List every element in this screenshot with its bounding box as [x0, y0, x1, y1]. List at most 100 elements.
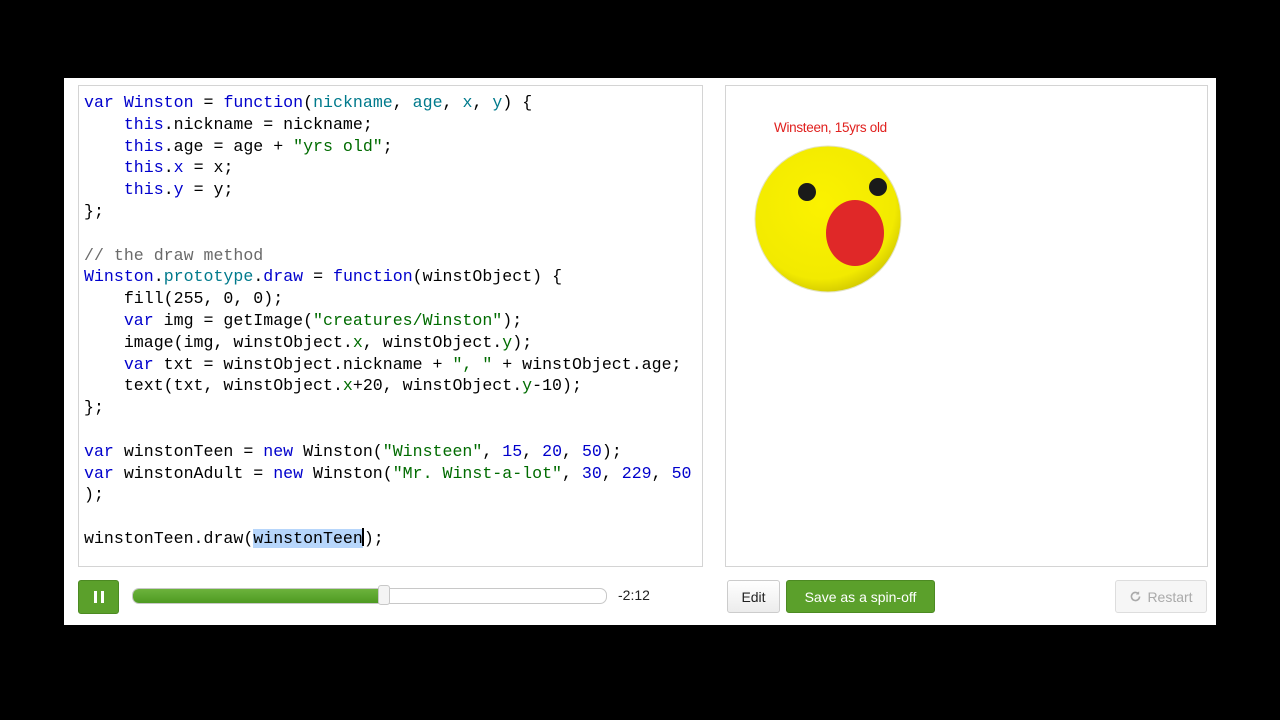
code-token: Winston: [84, 267, 154, 287]
code-token: .: [163, 158, 174, 178]
code-token: y: [173, 180, 184, 200]
selected-text: winstonTeen: [253, 528, 363, 548]
code-token: txt = winstObject.nickname +: [153, 354, 453, 374]
code-token: var: [84, 441, 114, 461]
code-token: );: [363, 528, 384, 548]
code-token: 15: [502, 441, 523, 461]
code-token: = y;: [183, 180, 234, 200]
code-line[interactable]: this.y = y;: [84, 179, 691, 201]
code-content[interactable]: var Winston = function(nickname, age, x,…: [84, 92, 691, 550]
code-line[interactable]: image(img, winstObject.x, winstObject.y)…: [84, 332, 691, 354]
code-token: x: [173, 158, 184, 178]
winston-character-image: [754, 145, 902, 293]
code-token: ", ": [452, 354, 493, 374]
code-line[interactable]: this.x = x;: [84, 157, 691, 179]
code-token: .: [153, 267, 164, 287]
code-line[interactable]: var txt = winstObject.nickname + ", " + …: [84, 354, 691, 376]
code-token: ,: [442, 93, 463, 112]
restart-button[interactable]: Restart: [1115, 580, 1207, 613]
code-token: var: [123, 354, 154, 374]
code-token: ,: [651, 463, 672, 483]
code-token: =: [303, 267, 333, 287]
code-line[interactable]: Winston.prototype.draw = function(winstO…: [84, 266, 691, 288]
code-line[interactable]: [84, 223, 691, 245]
code-line[interactable]: [84, 419, 691, 441]
code-line[interactable]: text(txt, winstObject.x+20, winstObject.…: [84, 375, 691, 397]
code-token: );: [84, 485, 104, 505]
progress-fill: [133, 589, 384, 603]
code-token: new: [273, 463, 304, 483]
code-line[interactable]: );: [84, 484, 691, 506]
code-token: ,: [522, 441, 543, 461]
code-line[interactable]: // the draw method: [84, 245, 691, 267]
code-line[interactable]: var Winston = function(nickname, age, x,…: [84, 92, 691, 114]
code-token: 50: [671, 463, 692, 483]
code-token: this: [123, 136, 164, 156]
code-token: Winston: [123, 93, 194, 112]
code-line[interactable]: this.age = age + "yrs old";: [84, 136, 691, 158]
winston-mouth: [826, 200, 884, 266]
code-token: 20: [542, 441, 563, 461]
code-token: };: [84, 201, 104, 221]
code-token: prototype: [163, 267, 254, 287]
code-token: y: [502, 332, 513, 352]
code-line[interactable]: };: [84, 397, 691, 419]
progress-handle[interactable]: [377, 585, 390, 605]
code-token: + winstObject.age;: [492, 354, 682, 374]
edit-button[interactable]: Edit: [727, 580, 780, 613]
restart-label: Restart: [1147, 588, 1193, 605]
code-token: Winston(: [293, 441, 383, 461]
code-line[interactable]: var winstonTeen = new Winston("Winsteen"…: [84, 441, 691, 463]
code-token: "yrs old": [293, 136, 383, 156]
code-token: -10);: [532, 376, 582, 396]
code-token: ,: [562, 441, 582, 461]
code-token: );: [601, 441, 622, 461]
winston-left-eye: [798, 183, 816, 201]
progress-bar[interactable]: [132, 588, 607, 604]
code-token: x: [462, 93, 473, 112]
save-spinoff-button[interactable]: Save as a spin-off: [786, 580, 935, 613]
code-token: text(txt, winstObject.: [84, 376, 343, 396]
code-token: ,: [392, 93, 413, 112]
code-token: );: [512, 332, 533, 352]
pause-button[interactable]: [78, 580, 119, 614]
code-line[interactable]: };: [84, 201, 691, 223]
code-token: .age = age +: [163, 136, 294, 156]
code-token: var: [84, 463, 114, 483]
code-line[interactable]: this.nickname = nickname;: [84, 114, 691, 136]
code-token: this: [123, 180, 164, 200]
time-remaining: -2:12: [618, 587, 650, 603]
code-token: winstonAdult =: [113, 463, 274, 483]
code-line[interactable]: var winstonAdult = new Winston("Mr. Wins…: [84, 463, 691, 485]
code-token: winstonTeen.draw(: [84, 528, 254, 548]
code-token: .: [163, 180, 174, 200]
code-token: );: [502, 310, 523, 330]
code-line[interactable]: var img = getImage("creatures/Winston");: [84, 310, 691, 332]
code-token: y: [522, 376, 533, 396]
code-token: .nickname = nickname;: [163, 114, 373, 134]
code-token: Winston(: [303, 463, 393, 483]
code-token: x: [342, 376, 353, 396]
code-token: (: [303, 93, 314, 112]
code-line[interactable]: [84, 506, 691, 528]
code-token: ,: [601, 463, 622, 483]
code-token: (winstObject) {: [412, 267, 563, 287]
code-token: winstonTeen =: [113, 441, 264, 461]
pause-icon-bar: [100, 591, 104, 603]
code-token: var: [84, 93, 124, 112]
code-editor[interactable]: var Winston = function(nickname, age, x,…: [78, 85, 703, 567]
code-line[interactable]: winstonTeen.draw(winstonTeen);: [84, 527, 691, 550]
code-token: new: [263, 441, 294, 461]
canvas-label-text: Winsteen, 15yrs old: [774, 120, 887, 135]
code-token: 50: [581, 441, 602, 461]
code-token: ,: [472, 93, 493, 112]
code-token: 30: [581, 463, 602, 483]
code-token: ,: [562, 463, 582, 483]
code-line[interactable]: fill(255, 0, 0);: [84, 288, 691, 310]
code-token: 229: [621, 463, 652, 483]
